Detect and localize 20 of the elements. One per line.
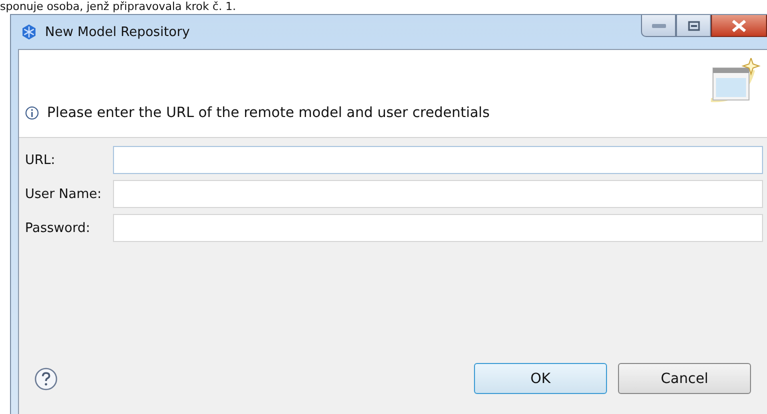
field-label: User Name: <box>25 186 102 202</box>
help-icon[interactable] <box>34 366 58 390</box>
app-icon <box>21 24 37 40</box>
field-label: Password: <box>25 220 92 236</box>
document-text: sponuje osoba, jenž připravovala krok č. 1. <box>0 0 238 14</box>
close-icon <box>731 20 747 32</box>
input-field[interactable] <box>113 180 763 208</box>
input-field[interactable] <box>113 214 763 242</box>
minimize-button[interactable] <box>641 15 676 37</box>
input-field[interactable] <box>113 146 763 174</box>
field-label: URL: <box>25 152 56 168</box>
minimize-icon <box>652 22 666 28</box>
maximize-button[interactable] <box>676 15 711 37</box>
dialog-button[interactable]: OK <box>474 363 607 394</box>
window-title: New Model Repository <box>45 24 190 40</box>
header-message: Please enter the URL of the remote model and user credentials <box>47 105 490 121</box>
dialog-button[interactable]: Cancel <box>618 363 751 394</box>
maximize-icon <box>688 20 700 30</box>
info-icon <box>25 106 39 120</box>
close-button[interactable] <box>711 15 767 37</box>
